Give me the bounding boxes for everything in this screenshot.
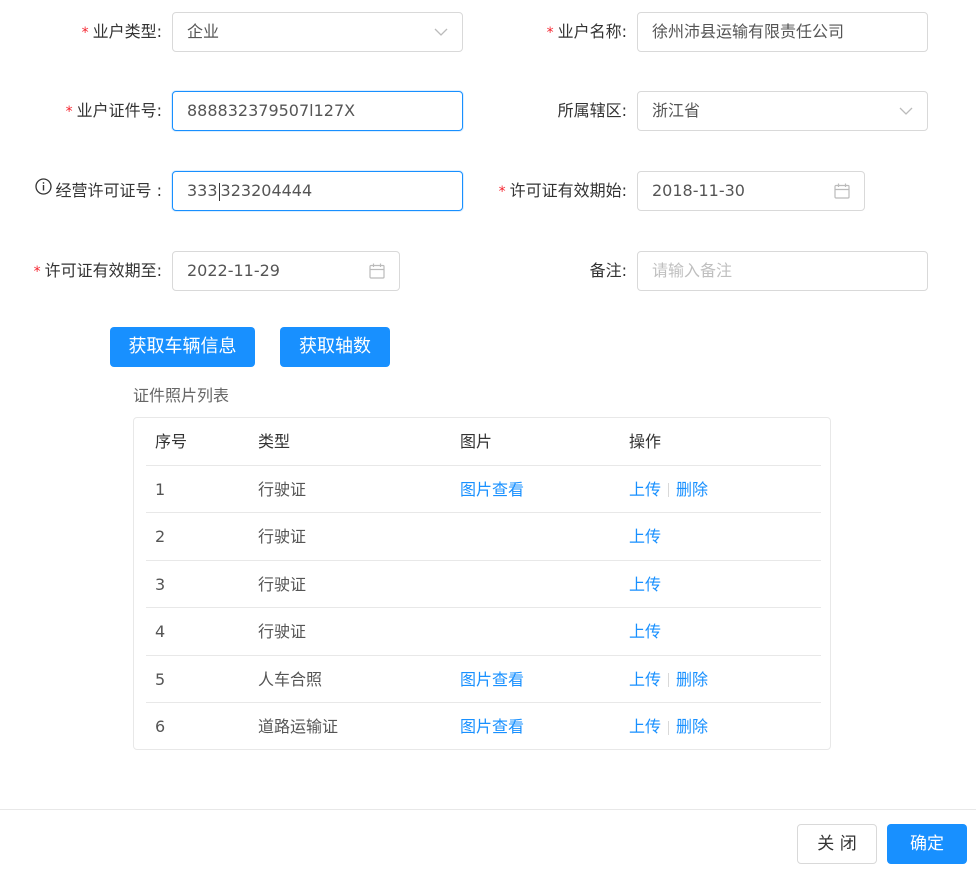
divider bbox=[668, 673, 670, 687]
table-row: 1 行驶证 图片查看 上传 删除 bbox=[146, 466, 821, 513]
table-row: 6 道路运输证 图片查看 上传 删除 bbox=[146, 703, 821, 751]
photo-list-title: 证件照片列表 bbox=[133, 386, 230, 405]
owner-cert-no-input[interactable]: 888832379507l127X bbox=[172, 91, 463, 131]
row-operations: 上传 bbox=[629, 561, 661, 608]
column-header-operation: 操作 bbox=[629, 432, 662, 451]
required-mark: * bbox=[546, 25, 554, 41]
upload-link[interactable]: 上传 bbox=[629, 670, 661, 689]
row-no: 3 bbox=[155, 574, 166, 594]
row-no: 4 bbox=[155, 622, 166, 641]
calendar-icon bbox=[834, 172, 850, 210]
table-row: 3 行驶证 上传 bbox=[146, 561, 821, 608]
license-valid-to-label: * 许可证有效期至: bbox=[33, 261, 162, 280]
view-image-link[interactable]: 图片查看 bbox=[460, 703, 524, 750]
district-select[interactable]: 浙江省 bbox=[637, 91, 928, 131]
license-valid-from-value: 2018-11-30 bbox=[652, 181, 745, 200]
get-vehicle-info-button[interactable]: 获取车辆信息 bbox=[110, 327, 255, 367]
close-button[interactable]: 关 闭 bbox=[797, 824, 877, 864]
license-valid-from-datepicker[interactable]: 2018-11-30 bbox=[637, 171, 865, 211]
row-no: 5 bbox=[155, 669, 166, 689]
row-no: 1 bbox=[155, 479, 166, 499]
license-valid-to-value: 2022-11-29 bbox=[187, 261, 280, 280]
license-valid-from-label: * 许可证有效期始: bbox=[498, 181, 627, 200]
business-license-no-input[interactable]: 333 323204444 bbox=[172, 171, 463, 211]
required-mark: * bbox=[81, 25, 89, 41]
row-type: 行驶证 bbox=[258, 527, 307, 546]
owner-type-select[interactable]: 企业 bbox=[172, 12, 463, 52]
owner-name-label: * 业户名称: bbox=[546, 22, 627, 41]
remark-placeholder: 请输入备注 bbox=[652, 261, 733, 280]
row-operations: 上传 删除 bbox=[629, 466, 708, 513]
footer-divider bbox=[0, 809, 976, 810]
row-type: 人车合照 bbox=[258, 669, 323, 689]
upload-link[interactable]: 上传 bbox=[629, 717, 661, 736]
owner-name-value: 徐州沛县运输有限责任公司 bbox=[652, 22, 845, 41]
delete-link[interactable]: 删除 bbox=[676, 480, 708, 499]
row-operations: 上传 bbox=[629, 513, 661, 560]
text-caret bbox=[218, 182, 220, 201]
owner-type-value: 企业 bbox=[187, 22, 220, 41]
remark-label: 备注: bbox=[589, 261, 627, 280]
row-operations: 上传 删除 bbox=[629, 656, 708, 703]
owner-cert-no-value: 888832379507l127X bbox=[187, 101, 356, 120]
row-no: 6 bbox=[155, 717, 166, 736]
chevron-down-icon bbox=[434, 13, 448, 51]
photo-list-table: 序号 类型 图片 操作 1 行驶证 图片查看 上传 删除 2 行驶证 上传 3 行… bbox=[133, 417, 831, 750]
row-type: 道路运输证 bbox=[258, 717, 339, 736]
table-row: 4 行驶证 上传 bbox=[146, 608, 821, 656]
column-header-type: 类型 bbox=[258, 432, 291, 451]
upload-link[interactable]: 上传 bbox=[629, 622, 661, 641]
divider bbox=[668, 483, 670, 497]
owner-name-input[interactable]: 徐州沛县运输有限责任公司 bbox=[637, 12, 928, 52]
license-valid-to-datepicker[interactable]: 2022-11-29 bbox=[172, 251, 400, 291]
required-mark: * bbox=[33, 264, 41, 280]
row-type: 行驶证 bbox=[258, 479, 307, 499]
calendar-icon bbox=[369, 252, 385, 290]
business-license-no-label: 经营许可证号 : bbox=[0, 171, 162, 211]
delete-link[interactable]: 删除 bbox=[676, 717, 708, 736]
row-type: 行驶证 bbox=[258, 574, 307, 594]
upload-link[interactable]: 上传 bbox=[629, 575, 661, 594]
required-mark: * bbox=[65, 104, 73, 120]
confirm-button[interactable]: 确定 bbox=[887, 824, 967, 864]
column-header-image: 图片 bbox=[460, 432, 493, 451]
chevron-down-icon bbox=[899, 92, 913, 130]
owner-cert-no-label: * 业户证件号: bbox=[65, 101, 162, 120]
info-circle-icon bbox=[34, 170, 52, 210]
get-axle-count-button[interactable]: 获取轴数 bbox=[280, 327, 390, 367]
table-row: 2 行驶证 上传 bbox=[146, 513, 821, 561]
required-mark: * bbox=[498, 184, 506, 200]
column-header-no: 序号 bbox=[155, 432, 188, 451]
upload-link[interactable]: 上传 bbox=[629, 527, 661, 546]
row-operations: 上传 bbox=[629, 608, 661, 655]
table-row: 5 人车合照 图片查看 上传 删除 bbox=[146, 656, 821, 703]
divider bbox=[668, 720, 670, 735]
upload-link[interactable]: 上传 bbox=[629, 480, 661, 499]
delete-link[interactable]: 删除 bbox=[676, 670, 708, 689]
view-image-link[interactable]: 图片查看 bbox=[460, 466, 524, 513]
row-operations: 上传 删除 bbox=[629, 703, 708, 750]
row-type: 行驶证 bbox=[258, 622, 307, 641]
table-header-row: 序号 类型 图片 操作 bbox=[146, 418, 821, 466]
remark-input[interactable]: 请输入备注 bbox=[637, 251, 928, 291]
district-label: 所属辖区: bbox=[557, 101, 627, 120]
owner-type-label: * 业户类型: bbox=[81, 22, 162, 41]
view-image-link[interactable]: 图片查看 bbox=[460, 656, 524, 703]
district-value: 浙江省 bbox=[652, 101, 701, 120]
row-no: 2 bbox=[155, 527, 166, 546]
